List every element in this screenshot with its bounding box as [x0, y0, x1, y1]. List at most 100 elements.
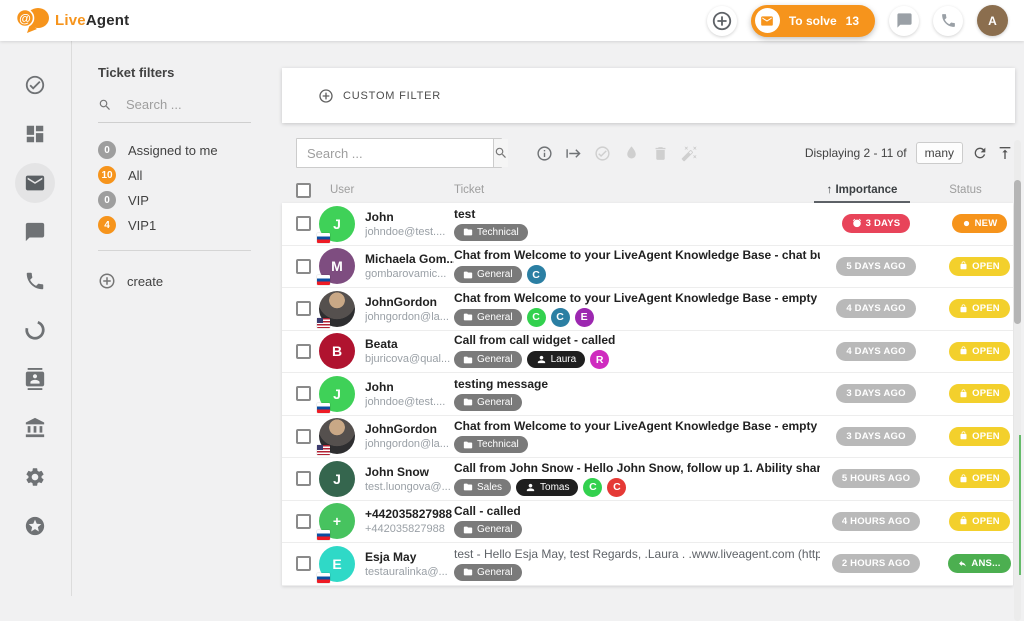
filter-item-all[interactable]: 10 All	[98, 166, 280, 184]
table-row[interactable]: EEsja Maytestauralinka@...test - Hello E…	[282, 543, 1013, 586]
initial-tag[interactable]: C	[583, 478, 602, 497]
row-checkbox[interactable]	[296, 429, 311, 444]
initial-tag[interactable]: E	[575, 308, 594, 327]
department-tag[interactable]: General	[454, 351, 522, 368]
department-tag[interactable]: Technical	[454, 436, 528, 453]
sidebar-item-gamification[interactable]	[15, 506, 55, 546]
create-filter-button[interactable]: create	[98, 272, 280, 290]
sidebar-item-tickets[interactable]	[15, 163, 55, 203]
user-avatar[interactable]: A	[977, 5, 1008, 36]
info-button[interactable]	[536, 145, 553, 162]
status-pill[interactable]: OPEN	[949, 342, 1010, 361]
department-tag[interactable]: General	[454, 394, 522, 411]
ticket-search-input[interactable]	[297, 139, 493, 167]
department-tag[interactable]: General	[454, 266, 522, 283]
row-checkbox[interactable]	[296, 301, 311, 316]
user-email: johngordon@la...	[365, 311, 454, 323]
table-row[interactable]: JohnGordonjohngordon@la...Chat from Welc…	[282, 288, 1013, 331]
table-row[interactable]: JJohn Snowtest.luongova@...Call from Joh…	[282, 458, 1013, 501]
table-row[interactable]: MMichaela Gom...gombarovamic...Chat from…	[282, 246, 1013, 289]
status-pill[interactable]: NEW	[952, 214, 1008, 233]
table-row[interactable]: JJohnjohndoe@test....testing messageGene…	[282, 373, 1013, 416]
sidebar-item-company[interactable]	[15, 408, 55, 448]
count-badge: 0	[98, 191, 116, 209]
status-pill[interactable]: OPEN	[949, 384, 1010, 403]
initial-tag[interactable]: C	[607, 478, 626, 497]
column-importance[interactable]: ↑ Importance	[806, 184, 918, 196]
resolve-button[interactable]	[594, 145, 611, 162]
department-tag[interactable]: General	[454, 309, 522, 326]
avatar-wrap: M	[319, 248, 355, 284]
row-checkbox[interactable]	[296, 259, 311, 274]
sidebar-item-settings[interactable]	[15, 457, 55, 497]
table-row[interactable]: JohnGordonjohngordon@la...Chat from Welc…	[282, 416, 1013, 459]
sidebar-item-resolve[interactable]	[15, 65, 55, 105]
add-new-button[interactable]	[707, 6, 737, 36]
status-pill[interactable]: OPEN	[949, 427, 1010, 446]
to-solve-button[interactable]: To solve 13	[751, 5, 875, 37]
row-checkbox[interactable]	[296, 514, 311, 529]
table-row[interactable]: ++442035827988+442035827988Call - called…	[282, 501, 1013, 544]
sidebar-item-dashboard[interactable]	[15, 114, 55, 154]
search-button[interactable]	[493, 139, 508, 167]
user-email: +442035827988	[365, 523, 454, 535]
sidebar-item-calls[interactable]	[15, 261, 55, 301]
row-checkbox[interactable]	[296, 216, 311, 231]
user-name: Esja May	[365, 550, 454, 564]
status-pill[interactable]: ANS...	[948, 554, 1010, 573]
agent-tag[interactable]: Laura	[527, 351, 586, 368]
avatar-wrap: J	[319, 376, 355, 412]
sidebar-item-contacts[interactable]	[15, 359, 55, 399]
row-checkbox[interactable]	[296, 556, 311, 571]
initial-tag[interactable]: C	[551, 308, 570, 327]
filter-search[interactable]	[98, 96, 251, 123]
column-ticket[interactable]: Ticket	[454, 184, 806, 196]
row-checkbox[interactable]	[296, 386, 311, 401]
avatar-wrap: B	[319, 333, 355, 369]
status-pill[interactable]: OPEN	[949, 299, 1010, 318]
department-tag[interactable]: Technical	[454, 224, 528, 241]
calls-button[interactable]	[933, 6, 963, 36]
initial-tag[interactable]: C	[527, 265, 546, 284]
sidebar-item-social[interactable]	[15, 310, 55, 350]
custom-filter-button[interactable]: CUSTOM FILTER	[318, 88, 441, 104]
liveagent-logo[interactable]: @ LiveAgent	[16, 7, 129, 34]
spam-button[interactable]	[623, 145, 640, 162]
row-checkbox[interactable]	[296, 344, 311, 359]
department-tag[interactable]: Sales	[454, 479, 511, 496]
forward-button[interactable]	[565, 145, 582, 162]
count-selector[interactable]: many	[916, 142, 963, 164]
chats-button[interactable]	[889, 6, 919, 36]
reply-icon	[958, 559, 967, 568]
select-all-checkbox[interactable]	[296, 183, 311, 198]
agent-tag[interactable]: Tomas	[516, 479, 578, 496]
user-cell: Michaela Gom...gombarovamic...	[365, 252, 454, 280]
status-pill[interactable]: OPEN	[949, 257, 1010, 276]
department-tag[interactable]: General	[454, 521, 522, 538]
table-row[interactable]: BBeatabjuricova@qual...Call from call wi…	[282, 331, 1013, 374]
user-email: johndoe@test....	[365, 396, 454, 408]
top-bar: @ LiveAgent To solve 13 A	[0, 0, 1024, 41]
initial-tag[interactable]: R	[590, 350, 609, 369]
department-tag[interactable]: General	[454, 564, 522, 581]
initial-tag[interactable]: C	[527, 308, 546, 327]
filter-item-assigned-to-me[interactable]: 0 Assigned to me	[98, 141, 280, 159]
collapse-top-button[interactable]	[997, 145, 1013, 161]
sidebar-item-chats[interactable]	[15, 212, 55, 252]
refresh-button[interactable]	[972, 145, 988, 161]
filter-item-vip1[interactable]: 4 VIP1	[98, 216, 280, 234]
scrollbar-thumb[interactable]	[1014, 180, 1021, 324]
row-checkbox[interactable]	[296, 471, 311, 486]
ticket-title: Chat from Welcome to your LiveAgent Know…	[454, 291, 820, 305]
status-pill[interactable]: OPEN	[949, 512, 1010, 531]
column-status[interactable]: Status	[918, 184, 1013, 196]
filter-item-vip[interactable]: 0 VIP	[98, 191, 280, 209]
filter-search-input[interactable]	[124, 96, 243, 113]
ticket-tags: General C	[454, 265, 820, 284]
delete-button[interactable]	[652, 145, 669, 162]
column-user[interactable]: User	[330, 184, 454, 196]
filter-label: VIP1	[128, 218, 156, 233]
status-pill[interactable]: OPEN	[949, 469, 1010, 488]
merge-button[interactable]	[681, 145, 698, 162]
table-row[interactable]: JJohnjohndoe@test....testTechnical3 DAYS…	[282, 203, 1013, 246]
